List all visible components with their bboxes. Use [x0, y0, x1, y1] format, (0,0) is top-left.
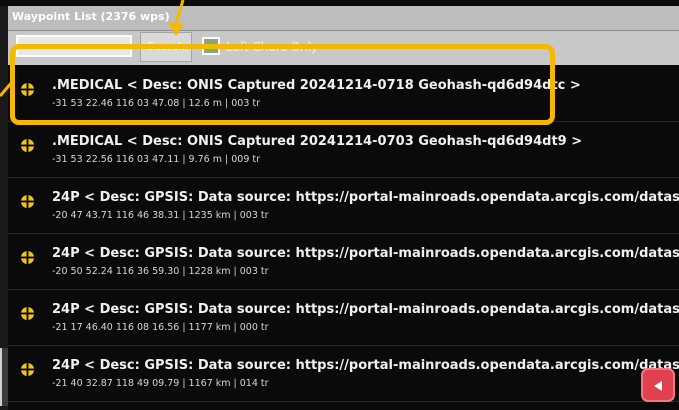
app-screen: Waypoint List (2376 wps) Search Left Cha… [0, 0, 679, 410]
crosshair-circle-icon [20, 138, 35, 153]
waypoint-info: -31 53 22.46 116 03 47.08 | 12.6 m | 003… [52, 98, 261, 109]
waypoint-row[interactable]: 24P < Desc: GPSIS: Data source: https://… [8, 178, 679, 234]
dialog-title-bar: Waypoint List (2376 wps) [8, 6, 679, 31]
dialog-title: Waypoint List (2376 wps) [12, 10, 170, 23]
waypoint-name: 24P < Desc: GPSIS: Data source: https://… [52, 246, 679, 261]
waypoint-info: -21 17 46.40 116 08 16.56 | 1177 km | 00… [52, 322, 269, 333]
crosshair-circle-icon [20, 306, 35, 321]
search-row: Search Left Chars Only [8, 31, 679, 65]
crosshair-circle-icon [20, 194, 35, 209]
crosshair-circle-icon [20, 362, 35, 377]
waypoint-list[interactable]: .MEDICAL < Desc: ONIS Captured 20241214-… [8, 66, 679, 410]
triangle-left-icon [654, 381, 662, 391]
waypoint-row[interactable]: 24P < Desc: GPSIS: Data source: https://… [8, 290, 679, 346]
waypoint-info: -20 50 52.24 116 36 59.30 | 1228 km | 00… [52, 266, 269, 277]
waypoint-row[interactable]: 24P < Desc: GPSIS: Data source: https://… [8, 234, 679, 290]
waypoint-info: -31 53 22.56 116 03 47.11 | 9.76 m | 009… [52, 154, 261, 165]
search-input[interactable] [16, 35, 132, 57]
waypoint-row[interactable]: 24P < Desc: GPSIS: Data source: https://… [8, 346, 679, 402]
left-chars-only-checkbox[interactable] [202, 37, 220, 55]
waypoint-name: 24P < Desc: GPSIS: Data source: https://… [52, 190, 679, 205]
waypoint-info: -21 40 32.87 118 49 09.79 | 1167 km | 01… [52, 378, 269, 389]
crosshair-circle-icon [20, 82, 35, 97]
waypoint-info: -20 47 43.71 116 46 38.31 | 1235 km | 00… [52, 210, 269, 221]
waypoint-name: 24P < Desc: GPSIS: Data source: https://… [52, 358, 679, 373]
search-button[interactable]: Search [140, 32, 192, 62]
scroll-left-button[interactable] [641, 368, 675, 402]
crosshair-circle-icon [20, 250, 35, 265]
checkbox-checked-mark [206, 41, 216, 51]
left-chars-only-label: Left Chars Only [226, 40, 319, 54]
waypoint-name: 24P < Desc: GPSIS: Data source: https://… [52, 302, 679, 317]
waypoint-row[interactable]: .MEDICAL < Desc: ONIS Captured 20241214-… [8, 122, 679, 178]
waypoint-name: .MEDICAL < Desc: ONIS Captured 20241214-… [52, 134, 583, 149]
waypoint-row[interactable]: .MEDICAL < Desc: ONIS Captured 20241214-… [8, 66, 679, 122]
waypoint-name: .MEDICAL < Desc: ONIS Captured 20241214-… [52, 78, 581, 93]
